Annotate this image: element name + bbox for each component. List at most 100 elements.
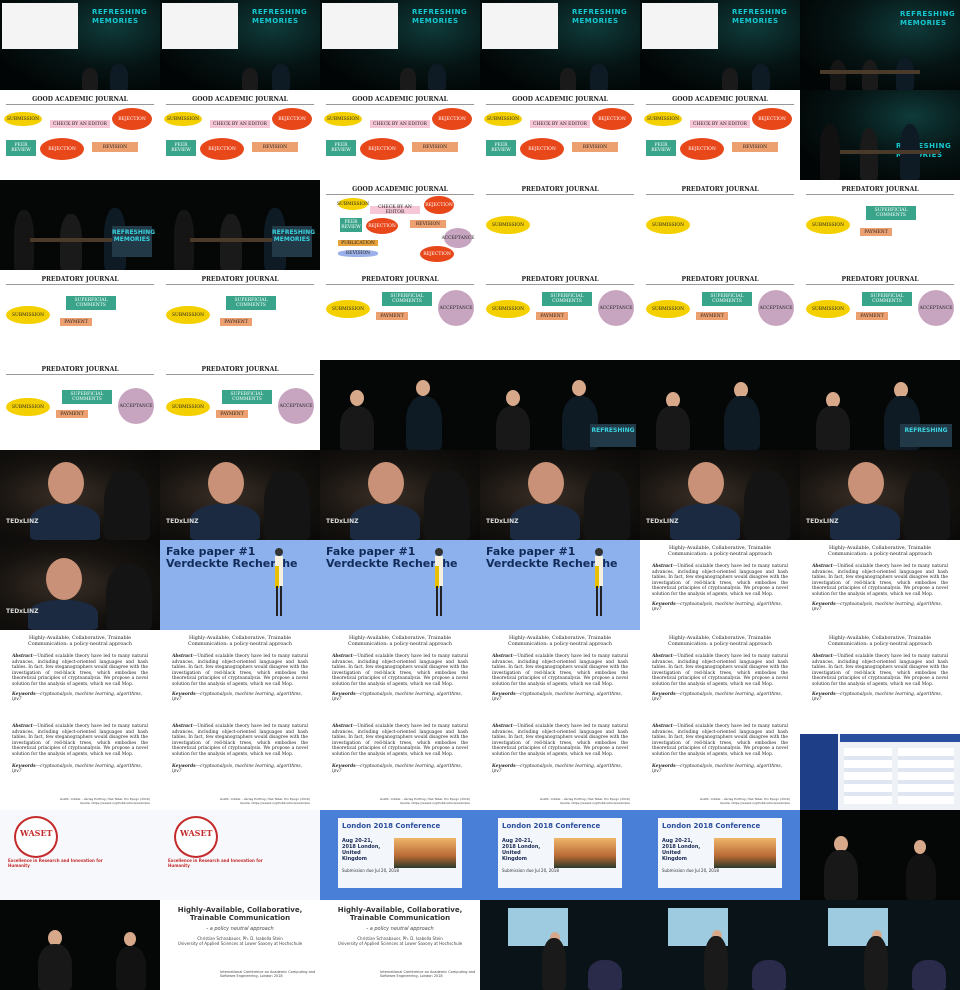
- title-rule: [646, 194, 794, 195]
- rejection-node: REJECTION: [520, 138, 564, 160]
- comments-node: SUPERFICIAL COMMENTS: [62, 390, 112, 404]
- frame-closeup: TEDxLINZ: [640, 450, 800, 540]
- stage-logo: REFRESHING MEMORIES: [412, 8, 468, 25]
- frame-stage-close: [0, 900, 160, 990]
- frame-paper-abstract: Highly-Available, Collaborative, Trainab…: [800, 540, 960, 630]
- paper-abstract: Abstract—Unified scalable theory have le…: [172, 654, 308, 688]
- check-node: CHECK BY AN EDITOR: [370, 120, 430, 128]
- abstract-label: Abstract: [12, 654, 33, 659]
- frame-paper-abstract: Abstract—Unified scalable theory have le…: [640, 720, 800, 810]
- speaker-figure: [590, 64, 608, 90]
- peer-review-node: PEER REVIEW: [166, 140, 196, 156]
- figure-illustration: [275, 548, 283, 616]
- conference-list: [844, 748, 892, 804]
- frame-stage-slide: REFRESHING MEMORIES: [480, 0, 640, 90]
- footer-line: Quelle: https://waset.org/Publications/e…: [239, 801, 310, 805]
- speaker-figure: [906, 854, 936, 900]
- stage-logo: REFRESHING MEMORIES: [732, 8, 788, 25]
- frame-title-slide: Highly-Available, Collaborative, Trainab…: [160, 900, 320, 990]
- submission-node: SUBMISSION: [644, 112, 682, 126]
- paper-abstract: Abstract—Unified scalable theory have le…: [12, 654, 148, 688]
- london-image: [714, 838, 776, 868]
- comments-node: SUPERFICIAL COMMENTS: [866, 206, 916, 220]
- comments-node: SUPERFICIAL COMMENTS: [382, 292, 432, 306]
- frame-stage-close: [800, 810, 960, 900]
- payment-node: PAYMENT: [856, 312, 888, 320]
- rejection-node: REJECTION: [40, 138, 84, 160]
- abstract-label: Abstract: [652, 724, 673, 729]
- speaker-head: [48, 462, 84, 504]
- submission-node: SUBMISSION: [806, 216, 850, 234]
- speaker-figure: [510, 504, 580, 540]
- speaker-figure: [350, 504, 420, 540]
- conference-card: London 2018 Conference Aug 20-21, 2018 L…: [498, 818, 622, 888]
- conference-title: London 2018 Conference: [342, 822, 441, 830]
- submission-due: Submission due Jul 20, 2018: [342, 868, 399, 873]
- revision-node: REVISION: [338, 250, 378, 257]
- mini-slide: [162, 3, 238, 49]
- rejection-node: REJECTION: [200, 138, 244, 160]
- frame-paper-abstract: Abstract—Unified scalable theory have le…: [160, 720, 320, 810]
- slide-title: PREDATORY JOURNAL: [41, 366, 119, 373]
- abstract-label: Abstract: [812, 654, 833, 659]
- talk-title: Highly-Available, Collaborative, Trainab…: [177, 906, 303, 922]
- speaker-figure: [752, 960, 786, 990]
- speaker-head: [688, 462, 724, 504]
- frame-website: [800, 720, 960, 810]
- submission-node: SUBMISSION: [6, 306, 50, 324]
- frame-stage-panel: REFRESHING MEMORIES: [0, 180, 160, 270]
- stage-logo: REFRESHING MEMORIES: [92, 8, 148, 25]
- acceptance-node: ACCEPTANCE: [438, 290, 474, 326]
- waset-tagline: Excellence in Research and Innovation fo…: [168, 858, 263, 868]
- abstract-label: Abstract: [12, 724, 33, 729]
- rejection-node: REJECTION: [272, 108, 312, 130]
- speaker-figure: [496, 406, 530, 450]
- abstract-text: —Unified scalable theory have led to man…: [172, 724, 308, 757]
- paper-abstract: Abstract—Unified scalable theory have le…: [332, 724, 468, 758]
- abstract-label: Abstract: [652, 654, 673, 659]
- title-rule: [6, 284, 154, 285]
- conference-dates: Aug 20-21, 2018 London, United Kingdom: [662, 838, 701, 862]
- check-node: CHECK BY AN EDITOR: [690, 120, 750, 128]
- conference-line: International Conference on Academic Com…: [380, 970, 476, 978]
- title-rule: [646, 104, 794, 105]
- speaker-head: [506, 390, 520, 406]
- title-rule: [326, 284, 474, 285]
- speaker-head: [368, 462, 404, 504]
- abstract-text: —Unified scalable theory have led to man…: [492, 724, 628, 757]
- paper-keywords: Keywords—cryptoanalysis, machine learnin…: [812, 602, 948, 612]
- speaker-figure: [400, 68, 416, 90]
- speaker-head: [528, 462, 564, 504]
- footer-line: Quelle: https://waset.org/Publications/e…: [79, 801, 150, 805]
- title-rule: [486, 284, 634, 285]
- frame-fake-paper: Fake paper #1 Verdeckte Recherche: [160, 540, 320, 630]
- frame-stage-close: REFRESHING: [800, 360, 960, 450]
- speaker-figure: [190, 504, 260, 540]
- speaker-figure: [816, 406, 850, 450]
- submission-node: SUBMISSION: [806, 300, 850, 318]
- frame-lecture: [800, 900, 960, 990]
- speaker-figure: [106, 564, 152, 630]
- abstract-text: —Unified scalable theory have led to man…: [172, 654, 308, 687]
- speaker-figure: [862, 60, 878, 90]
- title-rule: [806, 194, 954, 195]
- frame-good-journal-slide: GOOD ACADEMIC JOURNAL SUBMISSION CHECK B…: [480, 90, 640, 180]
- talk-authors: Christian Schnabauer, Ph. D. Isabella St…: [166, 936, 314, 946]
- title-rule: [6, 104, 154, 105]
- frame-predatory-slide: PREDATORY JOURNAL SUBMISSION: [640, 180, 800, 270]
- abstract-text: —Unified scalable theory have led to man…: [12, 724, 148, 757]
- paper-title: Highly-Available, Collaborative, Trainab…: [188, 636, 292, 647]
- paper-title: Highly-Available, Collaborative, Trainab…: [508, 636, 612, 647]
- frame-stage-wide: REFRESHING MEMORIES: [800, 90, 960, 180]
- speaker-figure: [264, 470, 310, 540]
- peer-review-node: PEER REVIEW: [646, 140, 676, 156]
- speaker-head: [416, 380, 430, 396]
- speaker-figure: [28, 600, 98, 630]
- speaker-figure: [116, 946, 146, 990]
- paper-keywords: Keywords—cryptoanalysis, machine learnin…: [12, 764, 148, 774]
- tedx-logo: TEDxLINZ: [6, 518, 39, 525]
- submission-node: SUBMISSION: [337, 198, 369, 210]
- frame-fake-paper: Fake paper #1 Verdeckte Recherche: [320, 540, 480, 630]
- speaker-figure: [38, 944, 72, 990]
- frame-paper-abstract: Highly-Available, Collaborative, Trainab…: [160, 630, 320, 720]
